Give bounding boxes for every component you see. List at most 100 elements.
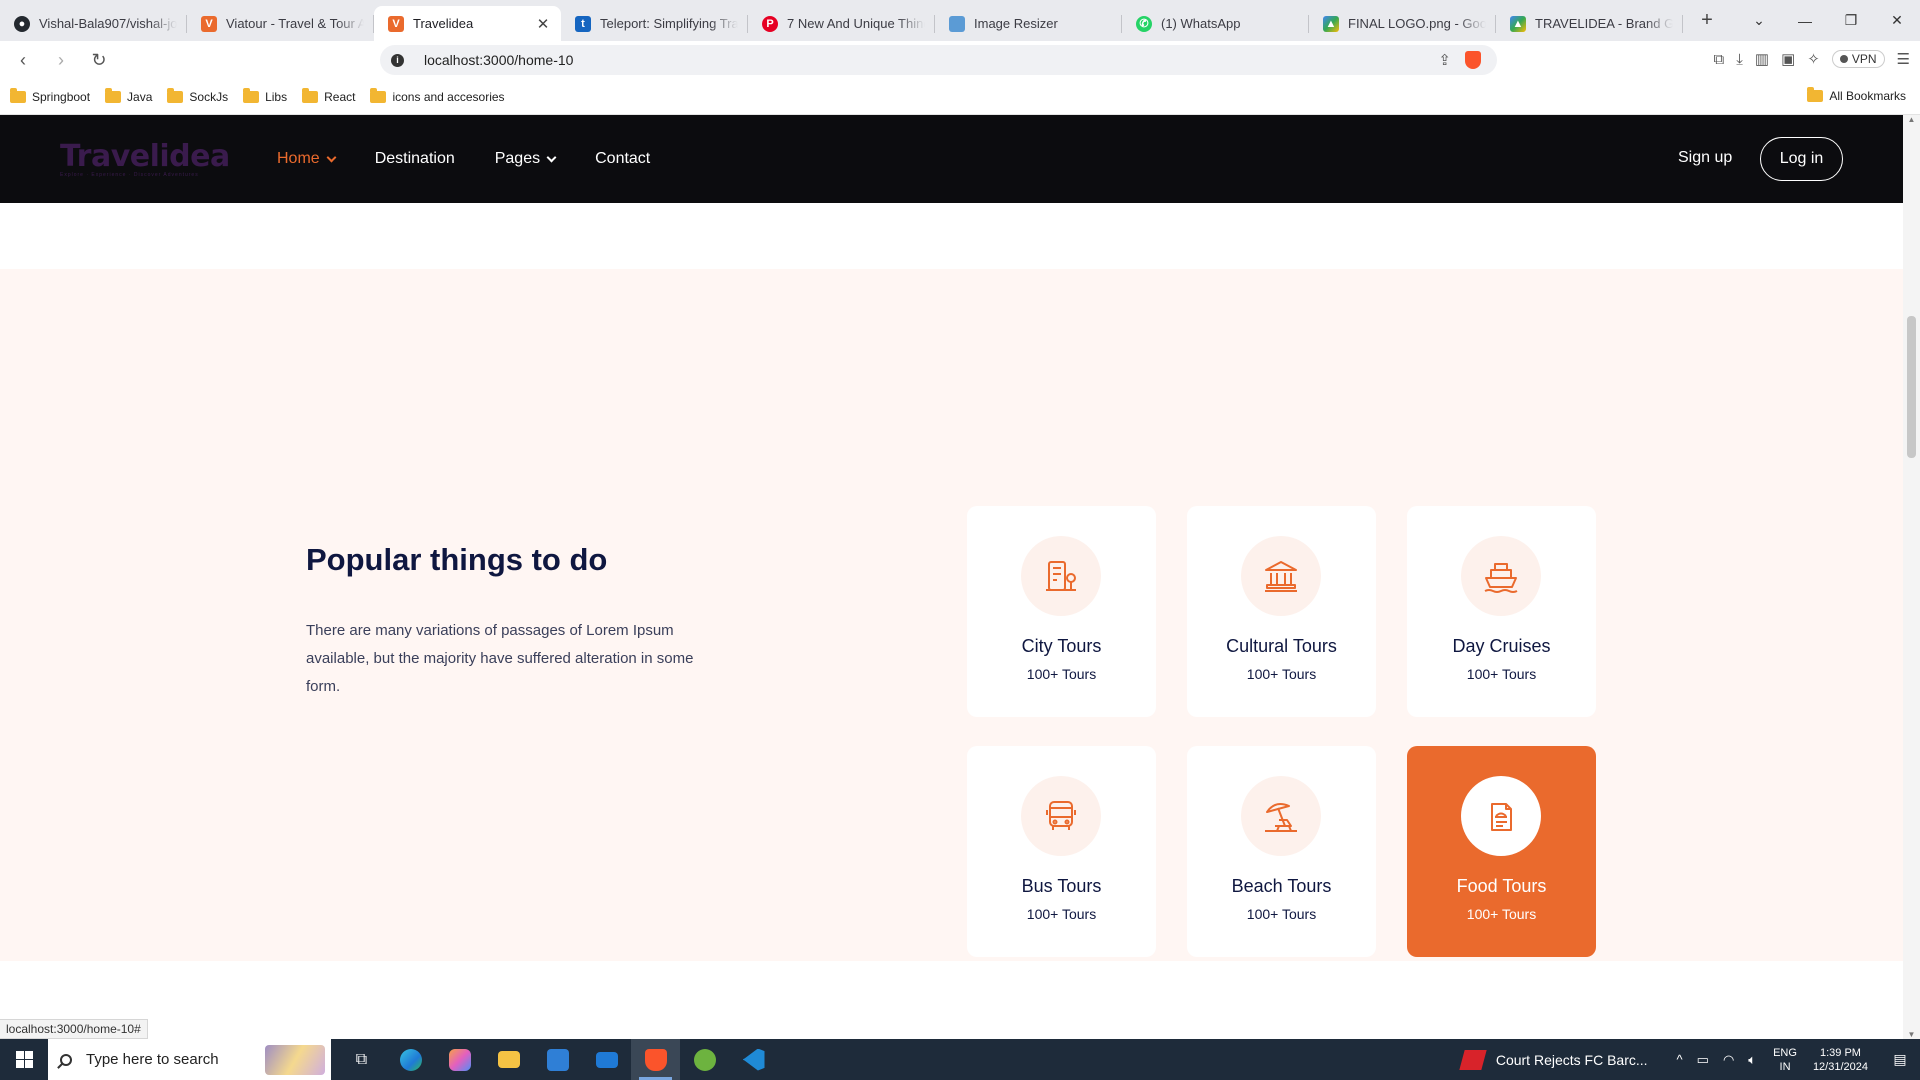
scrollbar-thumb[interactable] <box>1907 316 1916 458</box>
menu-icon[interactable]: ☰ <box>1897 50 1910 68</box>
tab-active[interactable]: V Travelidea ✕ <box>374 6 561 41</box>
brave-icon[interactable] <box>631 1039 680 1080</box>
tab[interactable]: Image Resizer <box>935 6 1122 41</box>
news-widget[interactable]: Court Rejects FC Barc... <box>1459 1049 1648 1070</box>
card-name: Beach Tours <box>1231 876 1332 896</box>
card-name: Bus Tours <box>1021 876 1102 896</box>
site-info-icon[interactable]: i <box>391 54 404 67</box>
address-bar[interactable]: i localhost:3000/home-10 ⇪ <box>380 45 1497 75</box>
tab[interactable]: t Teleport: Simplifying Trave <box>561 6 748 41</box>
spring-tools-icon[interactable] <box>680 1039 729 1080</box>
store-icon[interactable] <box>533 1039 582 1080</box>
chevron-up-icon[interactable]: ^ <box>1677 1052 1683 1067</box>
windows-taskbar: Type here to search ⧉ Court Rejects FC B… <box>0 1039 1920 1080</box>
nav-pages[interactable]: Pages <box>495 150 557 168</box>
wallet-icon[interactable]: ▣ <box>1781 50 1795 68</box>
site-header: Travelidea Explore · Experience · Discov… <box>0 115 1903 203</box>
restore-icon[interactable]: ❐ <box>1828 12 1874 29</box>
category-card-beach-tours[interactable]: Beach Tours 100+ Tours <box>1187 746 1376 957</box>
category-card-city-tours[interactable]: City Tours 100+ Tours <box>967 506 1156 717</box>
scroll-up-icon[interactable]: ▲ <box>1903 115 1920 124</box>
tab[interactable]: ▲ TRAVELIDEA - Brand Guid <box>1496 6 1683 41</box>
bookmark-folder[interactable]: Java <box>105 87 153 104</box>
nav-contact[interactable]: Contact <box>595 150 650 168</box>
login-button[interactable]: Log in <box>1760 137 1843 181</box>
bookmark-folder[interactable]: Libs <box>243 87 287 104</box>
tab-title: Teleport: Simplifying Trave <box>600 16 738 31</box>
bookmark-folder[interactable]: icons and accesories <box>370 87 505 104</box>
file-explorer-icon[interactable] <box>484 1039 533 1080</box>
edge-icon[interactable] <box>386 1039 435 1080</box>
share-icon[interactable]: ⇪ <box>1438 51 1451 69</box>
logo-text: Travelidea <box>60 139 230 174</box>
tab[interactable]: V Viatour - Travel & Tour Ag <box>187 6 374 41</box>
bookmark-folder[interactable]: React <box>302 87 356 104</box>
close-window-icon[interactable]: ✕ <box>1874 12 1920 29</box>
bookmark-label: Springboot <box>32 89 91 104</box>
pinterest-icon: P <box>762 15 778 32</box>
vpn-button[interactable]: VPN <box>1831 50 1885 68</box>
nav-label: Contact <box>595 150 651 167</box>
tab[interactable]: ▲ FINAL LOGO.png - Google <box>1309 6 1496 41</box>
wifi-icon[interactable]: ◠ <box>1723 1052 1734 1068</box>
sidebar-icon[interactable]: ▥ <box>1755 50 1769 68</box>
nav-destination[interactable]: Destination <box>375 150 455 168</box>
forward-icon[interactable]: › <box>46 50 76 71</box>
task-view-icon[interactable]: ⧉ <box>337 1039 386 1080</box>
window-controls: ⌄ — ❐ ✕ <box>1736 0 1920 41</box>
extensions-icon[interactable]: ⧉ <box>1714 51 1725 68</box>
all-bookmarks[interactable]: All Bookmarks <box>1807 87 1906 103</box>
tab[interactable]: ● Vishal-Bala907/vishal-josh <box>0 6 187 41</box>
section-description: There are many variations of passages of… <box>306 622 694 695</box>
folder-icon <box>243 87 260 103</box>
new-tab-icon[interactable]: + <box>1689 9 1725 32</box>
nav-label: Destination <box>374 150 455 167</box>
notification-icon[interactable]: ▤ <box>1880 1051 1920 1068</box>
bookmarks-bar: Springboot Java SockJs Libs React icons … <box>0 79 1920 115</box>
meet-now-icon[interactable]: ▭ <box>1697 1052 1709 1068</box>
taskbar-search[interactable]: Type here to search <box>48 1039 331 1080</box>
bookmark-folder[interactable]: Springboot <box>10 87 91 104</box>
vscode-icon[interactable] <box>729 1039 778 1080</box>
brave-shield-icon[interactable] <box>1465 51 1481 69</box>
all-bookmarks-label: All Bookmarks <box>1829 89 1906 103</box>
tab-title: Vishal-Bala907/vishal-josh <box>39 16 177 31</box>
bookmark-label: React <box>324 89 356 104</box>
mail-icon[interactable] <box>582 1039 631 1080</box>
site-logo[interactable]: Travelidea Explore · Experience · Discov… <box>60 139 230 178</box>
signup-link[interactable]: Sign up <box>1678 149 1732 167</box>
page-scrollbar[interactable]: ▲ ▼ <box>1903 115 1920 1039</box>
category-card-food-tours[interactable]: Food Tours 100+ Tours <box>1407 746 1596 957</box>
card-name: Food Tours <box>1456 876 1547 896</box>
download-icon[interactable]: ⤓ <box>1736 51 1743 68</box>
tab-strip: ● Vishal-Bala907/vishal-josh V Viatour -… <box>0 0 1920 41</box>
category-card-cultural-tours[interactable]: Cultural Tours 100+ Tours <box>1187 506 1376 717</box>
category-card-bus-tours[interactable]: Bus Tours 100+ Tours <box>967 746 1156 957</box>
bookmark-folder[interactable]: SockJs <box>167 87 228 104</box>
minimize-icon[interactable]: — <box>1782 13 1828 29</box>
search-icon <box>60 1053 72 1066</box>
tab[interactable]: P 7 New And Unique Things <box>748 6 935 41</box>
leo-ai-icon[interactable]: ✧ <box>1807 50 1820 68</box>
language-indicator[interactable]: ENG IN <box>1773 1046 1797 1074</box>
clock[interactable]: 1:39 PM 12/31/2024 <box>1813 1046 1868 1074</box>
tab-title: 7 New And Unique Things <box>787 16 925 31</box>
teleport-icon: t <box>575 15 591 32</box>
back-icon[interactable]: ‹ <box>8 50 38 71</box>
icon-circle <box>1461 536 1541 616</box>
nav-home[interactable]: Home <box>277 150 337 168</box>
drive-icon: ▲ <box>1323 15 1339 32</box>
copilot-icon[interactable] <box>435 1039 484 1080</box>
tab-search-icon[interactable]: ⌄ <box>1736 12 1782 29</box>
main-nav: Home Destination Pages Contact <box>277 115 650 203</box>
bookmark-label: Java <box>127 89 153 104</box>
category-card-day-cruises[interactable]: Day Cruises 100+ Tours <box>1407 506 1596 717</box>
start-button[interactable] <box>0 1039 48 1080</box>
volume-icon[interactable]: 🔈︎ <box>1748 1052 1756 1068</box>
search-highlight-image <box>265 1045 325 1075</box>
windows-logo-icon <box>15 1051 33 1068</box>
close-tab-icon[interactable]: ✕ <box>535 15 551 33</box>
tab[interactable]: ✆ (1) WhatsApp <box>1122 6 1309 41</box>
scroll-down-icon[interactable]: ▼ <box>1903 1030 1920 1039</box>
reload-icon[interactable]: ↻ <box>84 50 114 71</box>
